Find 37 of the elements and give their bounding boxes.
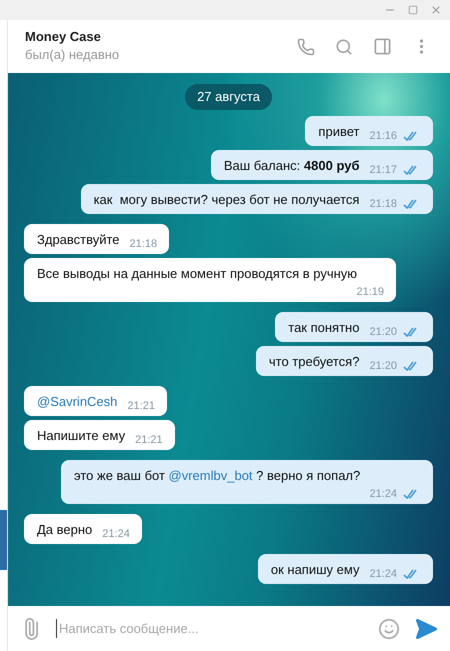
message-text: Ваш баланс: 4800 руб [224,156,360,174]
message-time: 21:18 [130,236,158,250]
message-text: Все выводы на данные момент проводятся в ручную [37,264,358,282]
side-panel-icon[interactable] [373,37,392,56]
message-time: 21:18 [369,196,397,210]
date-badge: 27 августа [185,84,272,110]
message-time: 21:20 [369,358,397,372]
message-text: Здравствуйте [37,230,120,248]
selected-chat-marker [0,510,7,570]
maximize-icon[interactable] [408,5,418,15]
message-text: Да верно [37,520,92,538]
send-icon[interactable] [414,616,438,640]
phone-icon[interactable] [297,38,315,56]
message-text: ок напишу ему [270,560,360,578]
message-text: так понятно [288,318,360,336]
message-text: Напишите ему [37,426,126,444]
message-time: 21:19 [356,284,384,298]
message-text: привет [318,122,360,140]
message-time: 21:16 [369,128,397,142]
search-icon[interactable] [335,38,353,56]
mention-link[interactable]: @vremlbv_bot [168,468,253,482]
chat-title: Money Case [25,28,102,45]
message-time: 21:24 [369,566,397,580]
emoji-icon[interactable] [378,618,400,640]
message-text: что требуется? [268,352,360,370]
message-time: 21:17 [369,162,397,176]
message-time: 21:21 [127,398,155,412]
close-icon[interactable] [430,4,442,16]
message-text: как могу вывести? через бот не получается [94,190,360,208]
message-time: 21:24 [102,526,130,540]
chat-status: был(а) недавно [25,46,120,64]
message-input[interactable]: Написать сообщение... [56,618,364,638]
message-time: 21:20 [369,324,397,338]
message-time: 21:24 [369,486,397,500]
message-text: это же ваш бот @vremlbv_bot ? верно я попал? [74,466,362,484]
message-time: 21:21 [135,432,163,446]
mention-link[interactable]: @SavrinCesh [37,394,118,408]
